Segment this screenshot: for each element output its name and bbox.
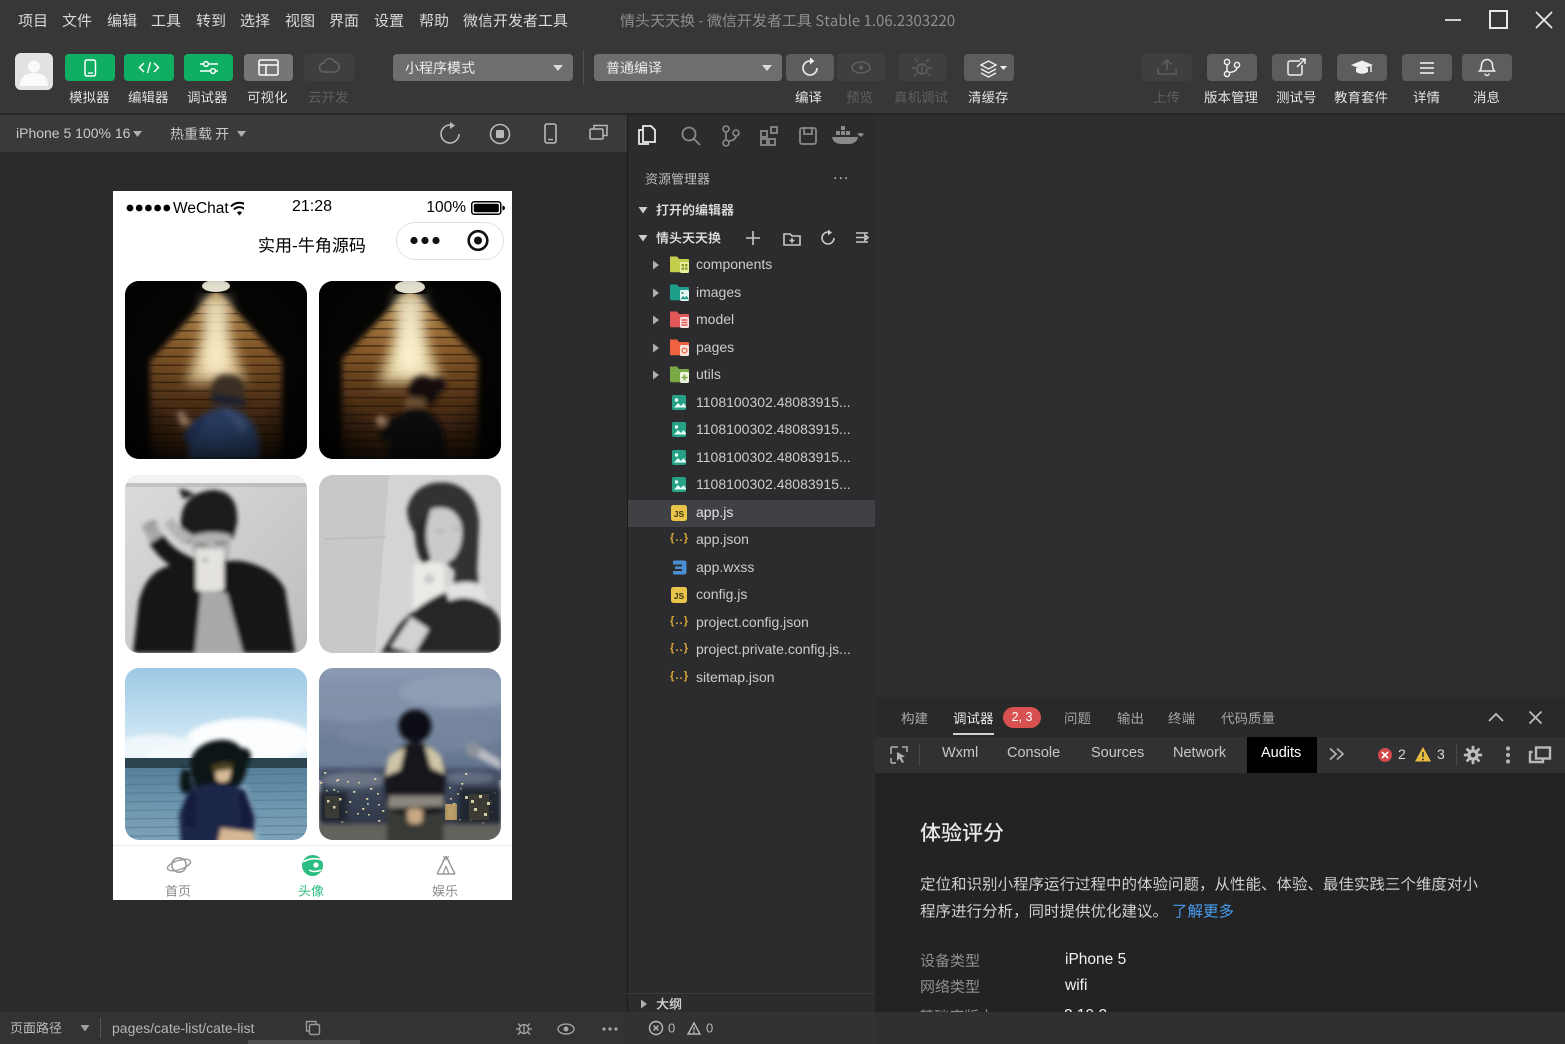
svg-text:JS: JS bbox=[674, 509, 685, 519]
svg-text:0: 0 bbox=[706, 1021, 713, 1036]
svg-text:{..}: {..} bbox=[670, 642, 689, 654]
svg-text:{..}: {..} bbox=[670, 532, 689, 544]
svg-text:WeChat: WeChat bbox=[173, 200, 229, 217]
svg-text:0: 0 bbox=[668, 1021, 675, 1036]
svg-text:{..}: {..} bbox=[670, 615, 689, 627]
svg-text:{..}: {..} bbox=[670, 670, 689, 682]
svg-text:JS: JS bbox=[674, 591, 685, 601]
